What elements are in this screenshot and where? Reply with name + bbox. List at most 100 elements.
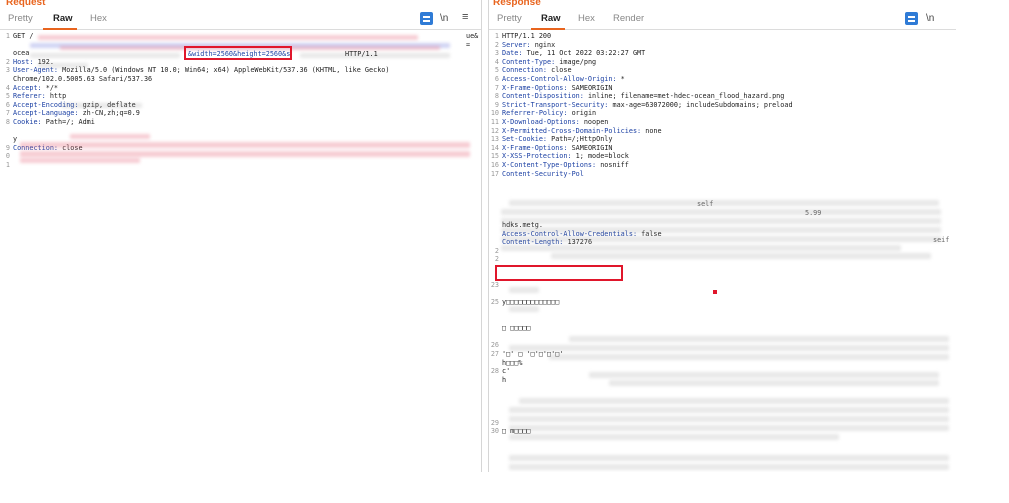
line-number: 16 (490, 160, 499, 169)
line-content: □ □□□□□ (502, 324, 531, 333)
header-value: ocea (13, 49, 30, 58)
line-content: Set-Cookie: Path=/;HttpOnly (502, 135, 613, 144)
response-pane: Response Pretty Raw Hex Render \n 1 HTTP/… (488, 0, 956, 472)
header-name: X-XSS-Protection: (502, 152, 576, 161)
line-number: 9 (494, 100, 499, 109)
line-tail: = (466, 41, 471, 49)
redacted-blur (509, 306, 539, 312)
line-content: Referrer-Policy: origin (502, 109, 596, 118)
header-name: Accept: (13, 83, 46, 92)
response-editor[interactable]: 1 HTTP/1.1 200 2 Server: nginx 3 Date: Tue, 1… (489, 32, 956, 472)
header-name: X-Permitted-Cross-Domain-Policies: (502, 126, 646, 135)
header-value: HTTP/1.1 200 (502, 32, 552, 40)
request-editor[interactable]: 1 GET / ocea 2 Host: 192. 3 User-Agent: Mozill… (0, 32, 481, 472)
line-content: Cookie: Path=/; Admi (13, 118, 95, 127)
header-name: Referer: (13, 92, 50, 101)
line-content: X-Permitted-Cross-Domain-Policies: none (502, 127, 662, 136)
header-value: */* (45, 83, 59, 92)
line-content: Content-Type: image/png (502, 58, 596, 67)
tab-render[interactable]: Render (609, 13, 648, 24)
tab-raw[interactable]: Raw (49, 13, 77, 24)
line-content: X-XSS-Protection: 1; mode=block (502, 152, 629, 161)
redacted-blur (609, 380, 939, 386)
redacted-blur (38, 63, 88, 68)
format-icon[interactable] (905, 12, 918, 25)
redacted-blur (509, 287, 539, 293)
code-line: 7 Accept-Language: zh-CN,zh;q=0.9 (0, 109, 481, 118)
header-value: inline; filename=met-hdec-ocean_flood_ha… (587, 92, 785, 101)
line-number: 27 (490, 349, 499, 358)
line-content: h (502, 376, 506, 385)
line-content: ocea (13, 49, 29, 58)
code-line: 7 X-Frame-Options: SAMEORIGIN (489, 84, 956, 93)
line-content: Content-Disposition: inline; filename=me… (502, 92, 784, 101)
code-line: 9 Strict-Transport-Security: max-age=6307… (489, 101, 956, 110)
line-content: Content-Security-Pol (502, 170, 584, 179)
line-content: GET / (13, 32, 33, 41)
code-line: 12 X-Permitted-Cross-Domain-Policies: non… (489, 127, 956, 136)
size-params: &width=2560&height=2560&s (188, 50, 291, 58)
header-value: zh-CN,zh;q=0.9 (82, 109, 140, 118)
redacted-blur (549, 354, 949, 360)
header-value: close (551, 66, 572, 75)
menu-icon[interactable]: ≡ (462, 11, 468, 23)
code-line: 5 Connection: close (489, 66, 956, 75)
active-tab-indicator (531, 28, 565, 30)
line-number: 23 (490, 281, 499, 290)
code-line: 2 Server: nginx (489, 41, 956, 50)
tab-hex[interactable]: Hex (574, 13, 599, 24)
tab-raw[interactable]: Raw (537, 13, 565, 24)
newline-toggle[interactable]: \n (440, 13, 448, 24)
code-line: 13 Set-Cookie: Path=/;HttpOnly (489, 135, 956, 144)
redacted-blur (30, 53, 180, 58)
redacted-blur (20, 142, 470, 148)
code-line: 6 Access-Control-Allow-Origin: * (489, 75, 956, 84)
line-number: 11 (490, 117, 499, 126)
line-content: X-Download-Options: noopen (502, 118, 608, 127)
line-content: X-Frame-Options: SAMEORIGIN (502, 144, 613, 153)
line-number: 17 (490, 169, 499, 178)
header-value: Path=/; Admi (45, 117, 95, 126)
line-number: 3 (494, 49, 499, 58)
header-name: Cookie: (13, 117, 46, 126)
line-number: 9 (5, 143, 10, 152)
tab-pretty[interactable]: Pretty (4, 13, 37, 24)
redacted-blur (509, 464, 949, 470)
line-number: 8 (5, 117, 10, 126)
redacted-blur (551, 253, 931, 259)
line-number: 25 (490, 298, 499, 307)
redacted-blur (62, 103, 142, 108)
tab-hex[interactable]: Hex (86, 13, 111, 24)
format-icon[interactable] (420, 12, 433, 25)
header-value: * (620, 74, 625, 83)
line-content: Accept-Language: zh-CN,zh;q=0.9 (13, 109, 140, 118)
header-name: Accept-Language: (13, 109, 83, 118)
line-number: 2 (5, 57, 10, 66)
line-content: Server: nginx (502, 41, 555, 50)
tab-pretty[interactable]: Pretty (493, 13, 526, 24)
csp-fragment: 5.99 (805, 209, 822, 217)
line-number: 4 (5, 83, 10, 92)
header-name: Content-Disposition: (502, 92, 588, 101)
header-value: 1; mode=block (575, 152, 629, 161)
code-line: □ □□□□□ (489, 324, 956, 333)
redacted-blur (589, 372, 939, 378)
redacted-blur (509, 345, 949, 351)
header-value: Chrome/102.0.5005.63 Safari/537.36 (13, 74, 153, 83)
header-value: h□□□% (502, 358, 523, 367)
header-name: Server: (502, 40, 535, 49)
code-line: 10 Referrer-Policy: origin (489, 109, 956, 118)
line-content: c' (502, 367, 510, 376)
line-number: 14 (490, 143, 499, 152)
csp-fragment: seif (933, 236, 950, 244)
newline-toggle[interactable]: \n (926, 13, 934, 24)
header-value: SAMEORIGIN (571, 83, 613, 92)
request-title: Request (6, 0, 46, 8)
line-number: 1 (5, 160, 10, 169)
redacted-blur (509, 200, 939, 206)
request-tabs: Pretty Raw Hex \n ≡ (0, 10, 481, 30)
redacted-blur (501, 218, 941, 224)
